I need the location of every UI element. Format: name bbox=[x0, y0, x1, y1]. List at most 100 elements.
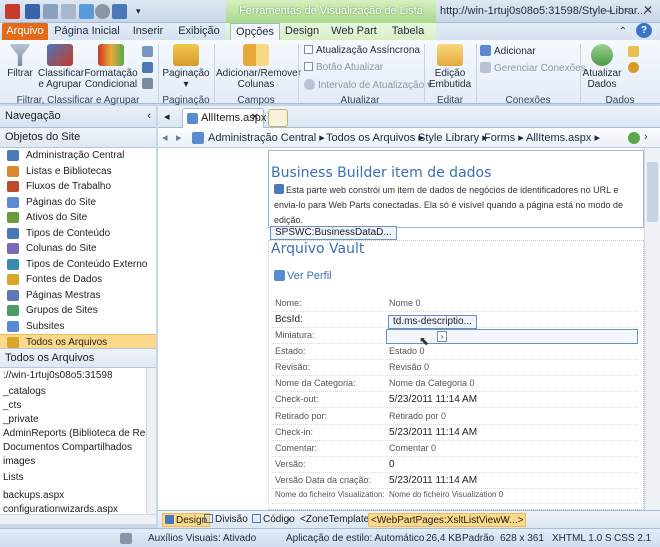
split-view-tab[interactable]: Divisão bbox=[202, 513, 250, 527]
close-window-button[interactable]: ✕ bbox=[639, 3, 657, 19]
field-row: Comentar: Comentar 0 bbox=[272, 441, 638, 457]
visual-aids-status[interactable]: Auxílios Visuais: Ativado bbox=[148, 533, 256, 544]
breadcrumb-style-library[interactable]: Style Library ▸ bbox=[418, 131, 488, 144]
file-item[interactable]: _catalogs bbox=[3, 386, 46, 397]
formula-icon[interactable] bbox=[142, 78, 153, 89]
thumbnail-selected-cell[interactable]: › ⬉ bbox=[386, 329, 638, 348]
site-object-item[interactable]: Ativos do Site bbox=[0, 210, 156, 225]
refresh-interval-dropdown[interactable]: Intervalo de Atualização ▾ bbox=[304, 79, 432, 91]
file-item[interactable]: AdminReports (Biblioteca de Relatório bbox=[3, 428, 146, 439]
file-item[interactable]: _private bbox=[3, 414, 39, 425]
async-update-checkbox[interactable]: Atualização Assíncrona bbox=[304, 45, 420, 56]
tab-pagina-inicial[interactable]: Página Inicial bbox=[52, 23, 122, 40]
file-item[interactable]: images bbox=[3, 456, 35, 467]
site-object-item[interactable]: Listas e Bibliotecas bbox=[0, 164, 156, 179]
minimize-button[interactable]: – bbox=[600, 3, 618, 19]
redo-icon[interactable] bbox=[61, 4, 76, 19]
business-data-tag[interactable]: SPSWC:BusinessDataD... bbox=[270, 226, 397, 240]
design-canvas[interactable]: Business Builder item de dados Esta part… bbox=[158, 148, 644, 510]
tab-design[interactable]: Design bbox=[284, 23, 320, 40]
site-object-item[interactable]: Colunas do Site bbox=[0, 241, 156, 256]
site-object-icon bbox=[7, 181, 19, 192]
preview-browser-icon[interactable] bbox=[112, 4, 127, 19]
minimize-ribbon-icon[interactable]: ⌃ bbox=[614, 24, 632, 40]
file-item[interactable]: _cts bbox=[3, 400, 21, 411]
maximize-button[interactable]: ▫ bbox=[619, 3, 637, 19]
scroll-thumb[interactable] bbox=[647, 162, 658, 222]
filtrar-button[interactable]: Filtrar bbox=[4, 44, 36, 79]
tab-inserir[interactable]: Inserir bbox=[126, 23, 170, 40]
undo-icon[interactable] bbox=[43, 4, 58, 19]
tab-opcoes[interactable]: Opções bbox=[230, 23, 280, 40]
tag-scroll-icon[interactable]: ‹ bbox=[286, 513, 293, 527]
file-item[interactable]: Lists bbox=[3, 472, 24, 483]
file-item[interactable]: ://win-1rtuj0s08o5:31598 bbox=[3, 370, 113, 381]
paginacao-button[interactable]: Paginação ▾ bbox=[162, 44, 210, 90]
site-object-item[interactable]: Grupos de Sites bbox=[0, 303, 156, 318]
file-item[interactable]: backups.aspx bbox=[3, 490, 64, 501]
field-value: Revisão 0 bbox=[389, 362, 430, 372]
page-icon bbox=[187, 113, 198, 124]
file-item[interactable]: Documentos Compartilhados bbox=[3, 442, 132, 453]
pin-icon[interactable]: ‹ bbox=[147, 106, 151, 127]
back-icon[interactable]: ◂ bbox=[162, 131, 168, 144]
nav-forward-icon[interactable]: › bbox=[644, 131, 648, 143]
forward-icon[interactable]: ▸ bbox=[176, 131, 182, 144]
tab-web-part[interactable]: Web Part bbox=[330, 23, 378, 40]
site-object-item[interactable]: Subsites bbox=[0, 319, 156, 334]
tag-scroll-right-icon[interactable]: › bbox=[502, 513, 509, 527]
breadcrumb-all-files[interactable]: Todos os Arquivos ▸ bbox=[326, 131, 424, 144]
all-files-header[interactable]: Todos os Arquivos bbox=[0, 348, 156, 368]
left-horizontal-scrollbar[interactable] bbox=[0, 514, 156, 524]
tab-exibicao[interactable]: Exibição bbox=[174, 23, 224, 40]
tab-tabela[interactable]: Tabela bbox=[388, 23, 428, 40]
site-object-item[interactable]: Tipos de Conteúdo Externo bbox=[0, 257, 156, 272]
small-option-icon-1[interactable] bbox=[142, 46, 153, 57]
help-icon[interactable]: ? bbox=[636, 23, 652, 38]
file-item[interactable]: configurationwizards.aspx bbox=[3, 504, 118, 514]
site-object-item[interactable]: Páginas Mestras bbox=[0, 288, 156, 303]
view-profile-link[interactable]: Ver Perfil bbox=[274, 270, 332, 282]
refresh-page-icon[interactable] bbox=[628, 132, 640, 144]
breadcrumb-allitems[interactable]: AllItems.aspx ▸ bbox=[526, 131, 600, 144]
add-connection-button[interactable]: Adicionar bbox=[480, 45, 536, 57]
tab-arquivo[interactable]: Arquivo bbox=[2, 23, 48, 40]
cell-options-icon[interactable]: › bbox=[437, 331, 447, 342]
add-remove-columns-button[interactable]: Adicionar/Remover Colunas bbox=[216, 44, 301, 90]
classificar-agrupar-button[interactable]: Classificar e Agrupar bbox=[38, 44, 84, 90]
site-object-item[interactable]: Fontes de Dados bbox=[0, 272, 156, 287]
database-icon[interactable] bbox=[628, 62, 639, 73]
site-object-item[interactable]: Administração Central bbox=[0, 148, 156, 163]
breadcrumb-central-admin[interactable]: Administração Central ▸ bbox=[208, 131, 325, 144]
tab-allitems[interactable]: AllItems.aspx ✕ bbox=[182, 108, 266, 128]
refresh-button-checkbox[interactable]: Botão Atualizar bbox=[304, 62, 383, 73]
style-application-status[interactable]: Aplicação de estilo: Automático bbox=[286, 533, 424, 544]
zone-template-tag[interactable]: <ZoneTemplate> bbox=[298, 513, 377, 527]
site-object-item[interactable]: Tipos de Conteúdo bbox=[0, 226, 156, 241]
tab-scroll-left-icon[interactable]: ◂ bbox=[164, 110, 170, 123]
site-objects-header[interactable]: Objetos do Site bbox=[0, 128, 156, 148]
small-option-icon-2[interactable] bbox=[142, 62, 153, 73]
refresh-icon[interactable] bbox=[79, 4, 94, 19]
save-icon[interactable] bbox=[25, 4, 40, 19]
td-description-tag[interactable]: td.ms-descriptio... bbox=[388, 315, 477, 329]
xhtml-status[interactable]: XHTML 1.0 S bbox=[552, 533, 612, 544]
folder-icon[interactable] bbox=[628, 46, 639, 57]
site-object-item[interactable]: Páginas do Site bbox=[0, 195, 156, 210]
breadcrumb-forms[interactable]: Forms ▸ bbox=[484, 131, 524, 144]
css-status[interactable]: CSS 2.1 bbox=[614, 533, 651, 544]
left-vertical-scrollbar[interactable] bbox=[146, 368, 156, 514]
stop-icon[interactable] bbox=[95, 4, 110, 19]
inline-editing-button[interactable]: Edição Embutida bbox=[428, 44, 472, 90]
formatacao-condicional-button[interactable]: Formatação Condicional bbox=[84, 44, 138, 90]
group-label-campos: Campos bbox=[237, 95, 275, 106]
canvas-vertical-scrollbar[interactable] bbox=[644, 148, 660, 510]
manage-connections-button[interactable]: Gerenciar Conexões bbox=[480, 62, 586, 74]
customize-qat-icon[interactable]: ▾ bbox=[136, 4, 144, 19]
new-tab-icon[interactable] bbox=[268, 109, 288, 127]
site-object-icon bbox=[7, 289, 19, 301]
site-object-item[interactable]: Fluxos de Trabalho bbox=[0, 179, 156, 194]
close-tab-icon[interactable]: ✕ bbox=[251, 109, 259, 127]
refresh-data-button[interactable]: Atualizar Dados bbox=[582, 44, 622, 90]
site-object-item[interactable]: Todos os Arquivos bbox=[0, 334, 156, 349]
